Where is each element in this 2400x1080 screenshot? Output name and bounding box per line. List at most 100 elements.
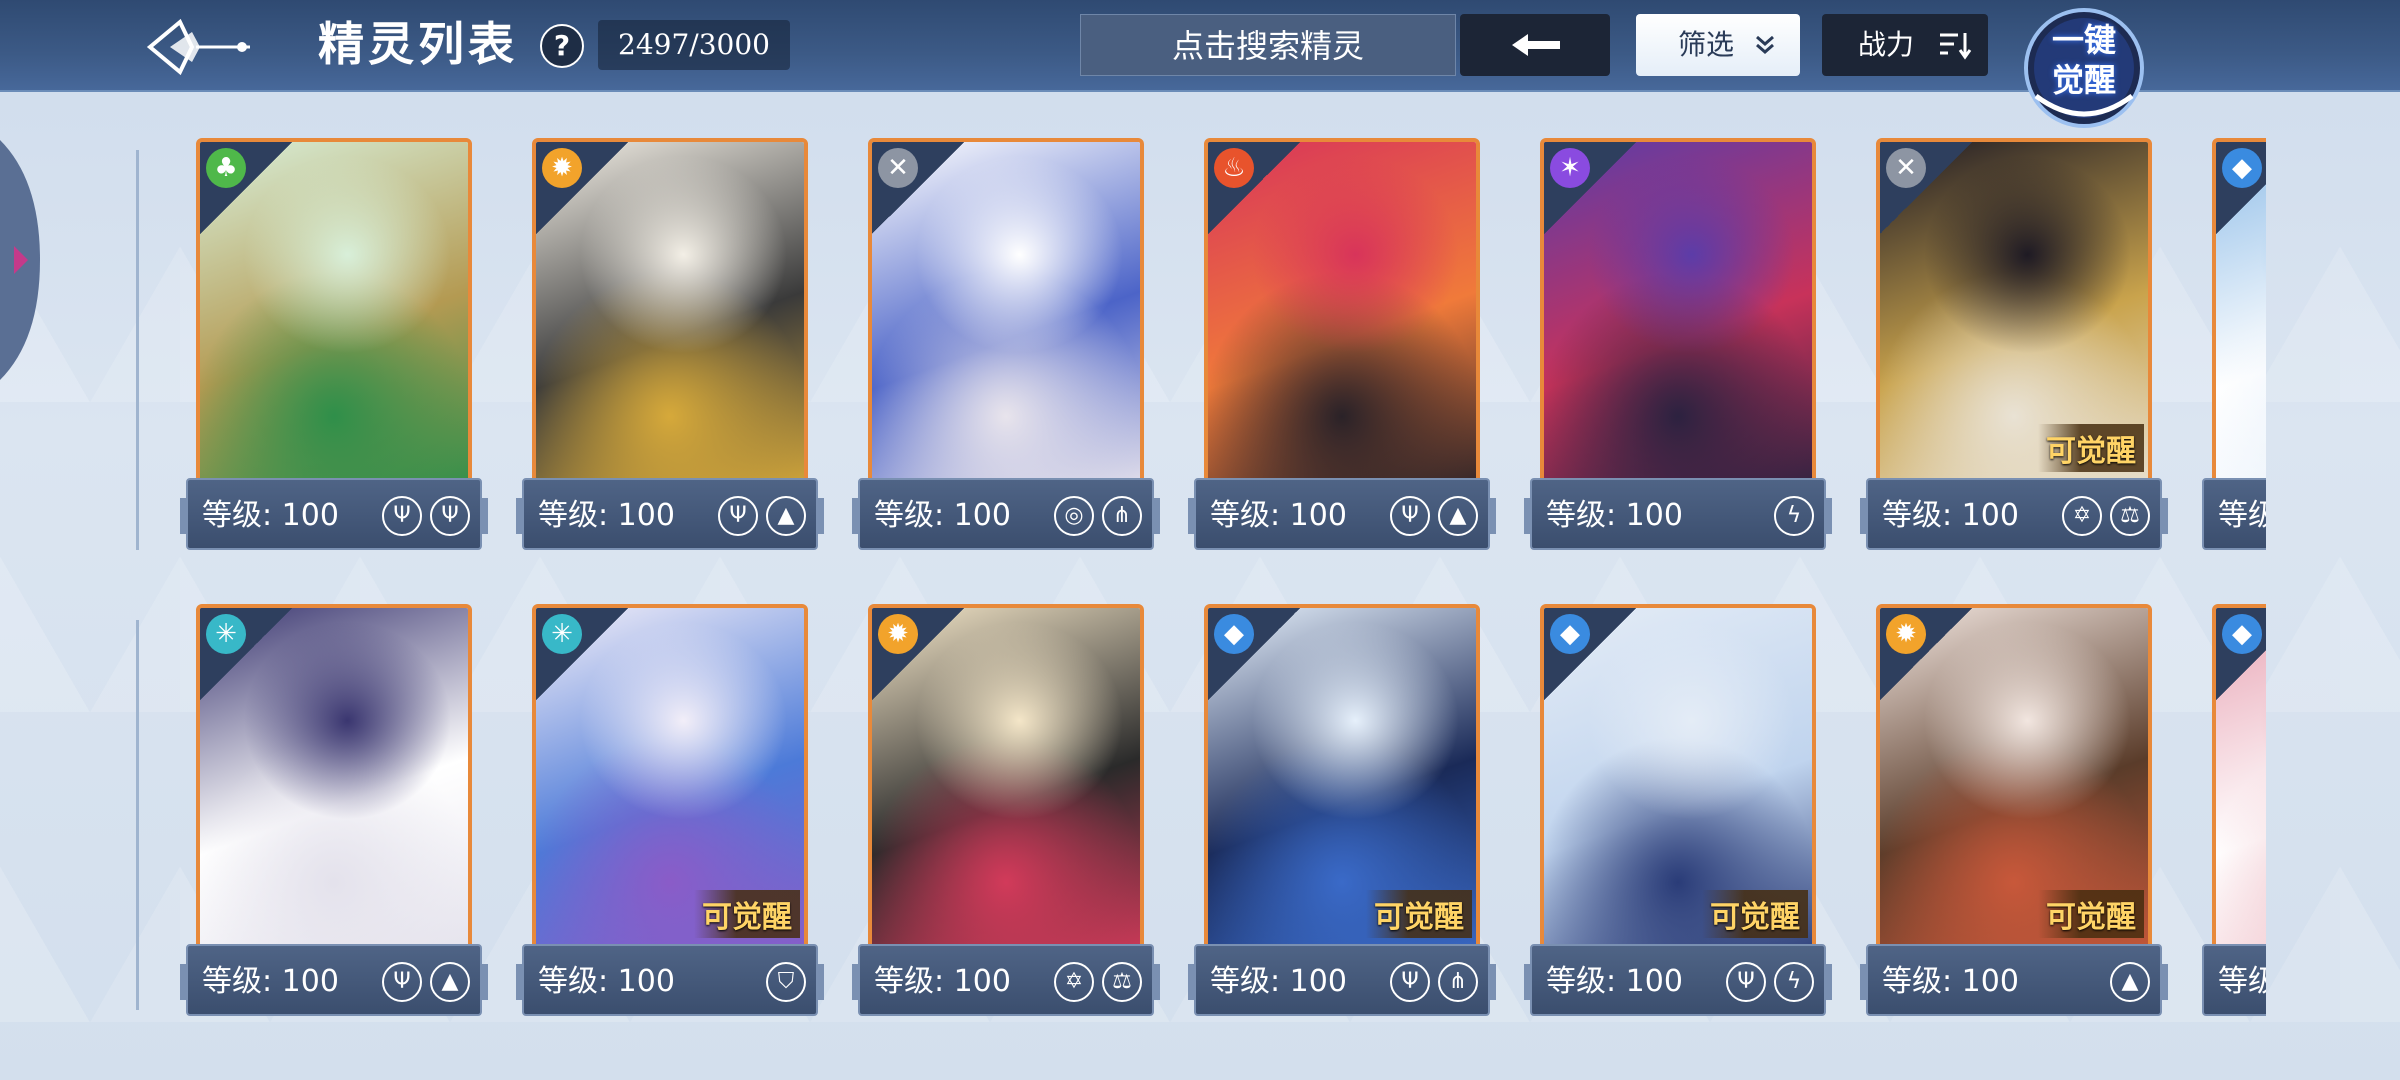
level-plate: 等级 [2202,944,2266,1016]
page-title: 精灵列表 [318,17,518,71]
trident-icon: Ψ [1726,962,1766,1002]
element-corner: ◆ [2216,142,2266,234]
spirit-portrait-frame: ◆ 可觉醒 [1540,604,1816,964]
level-plate: 等级 [2202,478,2266,550]
skill-icons: Ψ ▲ [1390,496,1478,536]
level-plate: 等级: 100 Ψ ▲ [516,478,824,550]
spirit-card[interactable]: ✹ 等级: 100 ✡ ⚖ [852,604,1160,1024]
spirit-card[interactable]: ◆ 可觉醒 等级: 100 Ψϟ [1524,604,1832,1024]
spirit-portrait-frame: ✶ [1540,138,1816,498]
awaken-label-line1: 一键 [2051,21,2116,59]
spirit-card[interactable]: ♨ 等级: 100 Ψ ▲ [1188,138,1496,558]
trident-icon: Ψ [430,496,470,536]
element-corner: ✳ [536,608,628,700]
back-emblem-icon[interactable] [140,12,260,82]
shadow-element-icon: ✶ [1550,148,1590,188]
double-chevron-down-icon [1756,35,1774,54]
spirit-portrait-frame: ✹ 可觉醒 [1876,604,2152,964]
star-icon: ✡ [1054,962,1094,1002]
trident-icon: Ψ [382,962,422,1002]
spirit-card[interactable]: ✶ 等级: 100 ϟ [1524,138,1832,558]
claw-icon: ⋔ [1102,496,1142,536]
skill-icons: ▲ [2110,962,2150,1002]
shield-icon: ⛉ [766,962,806,1002]
level-label: 等级: 100 [1546,498,1683,533]
awakenable-tag: 可觉醒 [694,890,800,938]
skill-icons: ΨΨ [382,496,470,536]
level-plate: 等级: 100 ϟ [1524,478,1832,550]
spirit-portrait-frame: ✹ [532,138,808,498]
element-corner: ◆ [2216,608,2266,700]
spirit-portrait-frame: ✳ 可觉醒 [532,604,808,964]
filter-button[interactable]: 筛选 [1636,14,1800,76]
level-label: 等级: 100 [874,964,1011,999]
level-label: 等级: 100 [202,498,339,533]
skill-icons: Ψ ▲ [718,496,806,536]
awaken-label-line2: 觉醒 [2051,61,2116,99]
element-corner: ✹ [536,142,628,234]
spirit-card[interactable]: ✕ 等级: 100 ◎ ⋔ [852,138,1160,558]
level-label: 等级: 100 [874,498,1011,533]
trident-icon: Ψ [718,496,758,536]
spirit-portrait-frame: ◆ [2212,138,2266,498]
search-input[interactable]: 点击搜索精灵 [1080,14,1456,76]
skill-icons: ✡ ⚖ [1054,962,1142,1002]
level-label: 等级: 100 [1210,964,1347,999]
arrow-left-icon [1512,34,1560,56]
neutral-element-icon: ✕ [1886,148,1926,188]
element-corner: ✕ [872,142,964,234]
trident-icon: Ψ [1390,496,1430,536]
awakenable-tag: 可觉醒 [2038,424,2144,472]
row-divider [136,150,139,550]
spirit-portrait-frame: ✳ [196,604,472,964]
element-corner: ♨ [1208,142,1300,234]
spirit-portrait-frame: ✹ [868,604,1144,964]
sort-by-power-button[interactable]: 战力 [1822,14,1988,76]
skill-icons: ✡ ⚖ [2062,496,2150,536]
element-corner: ◆ [1544,608,1636,700]
level-label: 等级: 100 [202,964,339,999]
level-plate: 等级: 100 Ψ ▲ [180,944,488,1016]
spirit-count: 2497/3000 [598,20,790,70]
awakenable-tag: 可觉醒 [1702,890,1808,938]
ice-element-icon: ✳ [206,614,246,654]
element-corner: ✳ [200,608,292,700]
book-icon: ▲ [430,962,470,1002]
spirit-card[interactable]: ◆ 可觉醒 等级: 100 Ψ ⋔ [1188,604,1496,1024]
level-plate: 等级: 100 Ψ Ψ [180,478,488,550]
spirit-card[interactable]: ◆ 等级 [2202,138,2266,558]
water-element-icon: ◆ [1214,614,1254,654]
level-label: 等级 [2218,498,2266,533]
skill-icons: Ψ ▲ [382,962,470,1002]
spirit-card[interactable]: ◆ 等级 [2202,604,2266,1024]
arrow-left-button[interactable] [1460,14,1610,76]
level-plate: 等级: 100 Ψ ⋔ [1188,944,1496,1016]
ice-element-icon: ✳ [542,614,582,654]
level-label: 等级: 100 [1882,498,2019,533]
spirit-portrait-frame: ✕ 可觉醒 [1876,138,2152,498]
level-label: 等级: 100 [1546,964,1683,999]
skill-icons: Ψϟ [1726,962,1814,1002]
level-plate: 等级: 100 ◎ ⋔ [852,478,1160,550]
spirit-card[interactable]: ✳ 等级: 100 Ψ ▲ [180,604,488,1024]
level-label: 等级 [2218,964,2266,999]
spirit-card[interactable]: ♣ 等级: 100 Ψ Ψ [180,138,488,558]
spirit-portrait-frame: ◆ [2212,604,2266,964]
trident-icon: Ψ [382,496,422,536]
water-element-icon: ◆ [2222,148,2262,188]
trident-icon: Ψ [1390,962,1430,1002]
element-corner: ✹ [872,608,964,700]
book-icon: ▲ [2110,962,2150,1002]
star-icon: ✡ [2062,496,2102,536]
level-plate: 等级: 100 ✡ ⚖ [852,944,1160,1016]
swirl-icon: ◎ [1054,496,1094,536]
spirit-card[interactable]: ✹ 等级: 100 Ψ ▲ [516,138,824,558]
spirit-card[interactable]: ✹ 可觉醒 等级: 100 ▲ [1860,604,2168,1024]
spirit-card[interactable]: ✳ 可觉醒 等级: 100 ⛉ [516,604,824,1024]
side-drawer-handle[interactable] [0,140,60,380]
level-label: 等级: 100 [538,498,675,533]
spirit-card[interactable]: ✕ 可觉醒 等级: 100 ✡ ⚖ [1860,138,2168,558]
skill-icons: Ψ ⋔ [1390,962,1478,1002]
element-corner: ✹ [1880,608,1972,700]
help-button[interactable]: ? [540,24,584,68]
